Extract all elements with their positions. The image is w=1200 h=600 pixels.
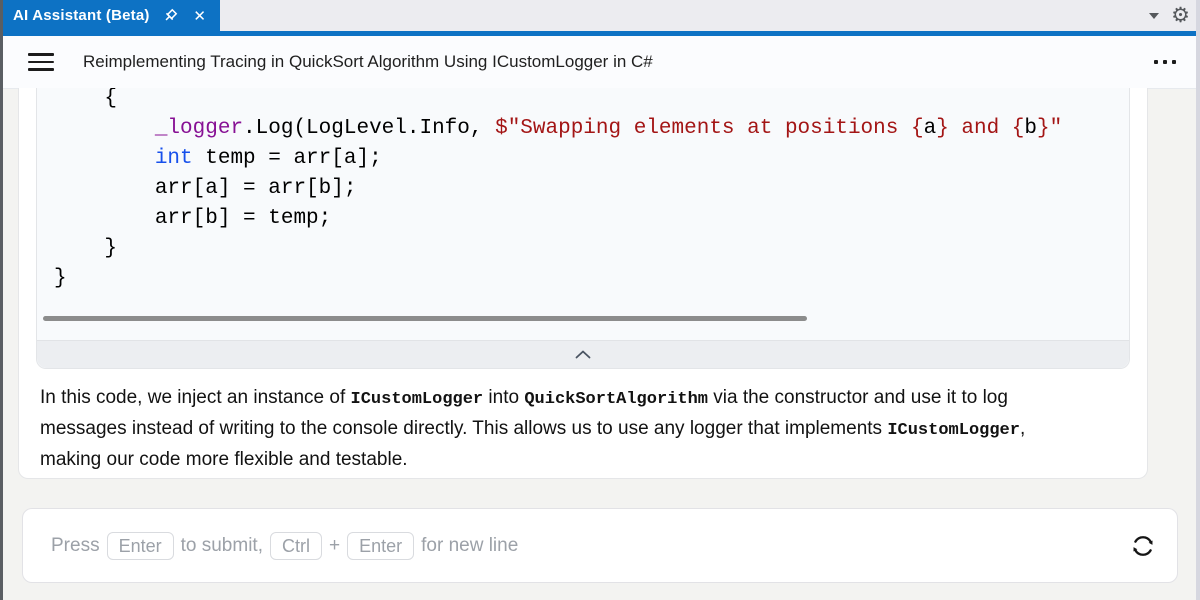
code-line: } xyxy=(54,237,118,260)
tab-ai-assistant[interactable]: AI Assistant (Beta) ✕ xyxy=(3,0,220,31)
window-border-right xyxy=(1196,0,1200,600)
placeholder-text: to submit, xyxy=(180,534,263,556)
more-options-button[interactable] xyxy=(1154,36,1176,88)
response-paragraph: In this code, we inject an instance of I… xyxy=(19,369,1147,488)
input-placeholder: Press Enter to submit, Ctrl + Enter for … xyxy=(51,509,518,582)
code-line: } xyxy=(54,267,67,290)
close-icon[interactable]: ✕ xyxy=(190,6,210,26)
ai-assistant-panel: AI Assistant (Beta) ✕ ⚙ Reimplementing T… xyxy=(0,0,1200,600)
chevron-up-icon xyxy=(575,350,591,359)
regenerate-button[interactable] xyxy=(1129,509,1157,582)
refresh-icon xyxy=(1133,535,1153,556)
code-content: { _logger.Log(LogLevel.Info, $"Swapping … xyxy=(37,88,1129,294)
code-line: { xyxy=(54,88,118,110)
chat-title: Reimplementing Tracing in QuickSort Algo… xyxy=(83,52,653,71)
code-line: int temp = arr[a]; xyxy=(154,147,382,170)
paragraph-line: In this code, we inject an instance of I… xyxy=(40,387,1008,409)
chat-header: Reimplementing Tracing in QuickSort Algo… xyxy=(3,36,1196,89)
chevron-down-icon[interactable] xyxy=(1149,12,1160,19)
code-line: _logger.Log(LogLevel.Info, $"Swapping el… xyxy=(154,117,1063,140)
placeholder-text: + xyxy=(328,534,341,556)
paragraph-line: messages instead of writing to the conso… xyxy=(40,418,1026,440)
assistant-response-card: { _logger.Log(LogLevel.Info, $"Swapping … xyxy=(18,88,1148,479)
key-badge: Ctrl xyxy=(269,531,322,560)
code-line: arr[b] = temp; xyxy=(54,207,332,230)
tab-title: AI Assistant (Beta) xyxy=(13,7,150,24)
code-line: arr[a] = arr[b]; xyxy=(54,177,357,200)
pin-icon[interactable] xyxy=(160,6,180,26)
collapse-code-button[interactable] xyxy=(37,340,1129,368)
tool-window-tabbar: AI Assistant (Beta) ✕ ⚙ xyxy=(0,0,1200,31)
window-border-left xyxy=(0,0,3,600)
placeholder-text: for new line xyxy=(421,534,519,556)
message-input[interactable]: Press Enter to submit, Ctrl + Enter for … xyxy=(22,508,1178,583)
horizontal-scrollbar[interactable] xyxy=(43,316,807,321)
key-badge: Enter xyxy=(347,531,415,560)
code-block: { _logger.Log(LogLevel.Info, $"Swapping … xyxy=(36,88,1130,369)
placeholder-text: Press xyxy=(51,534,100,556)
gear-icon[interactable]: ⚙ xyxy=(1171,5,1190,26)
hamburger-menu-button[interactable] xyxy=(28,50,54,74)
paragraph-line: making our code more flexible and testab… xyxy=(40,449,408,470)
key-badge: Enter xyxy=(106,531,174,560)
code-viewport: { _logger.Log(LogLevel.Info, $"Swapping … xyxy=(37,88,1129,341)
